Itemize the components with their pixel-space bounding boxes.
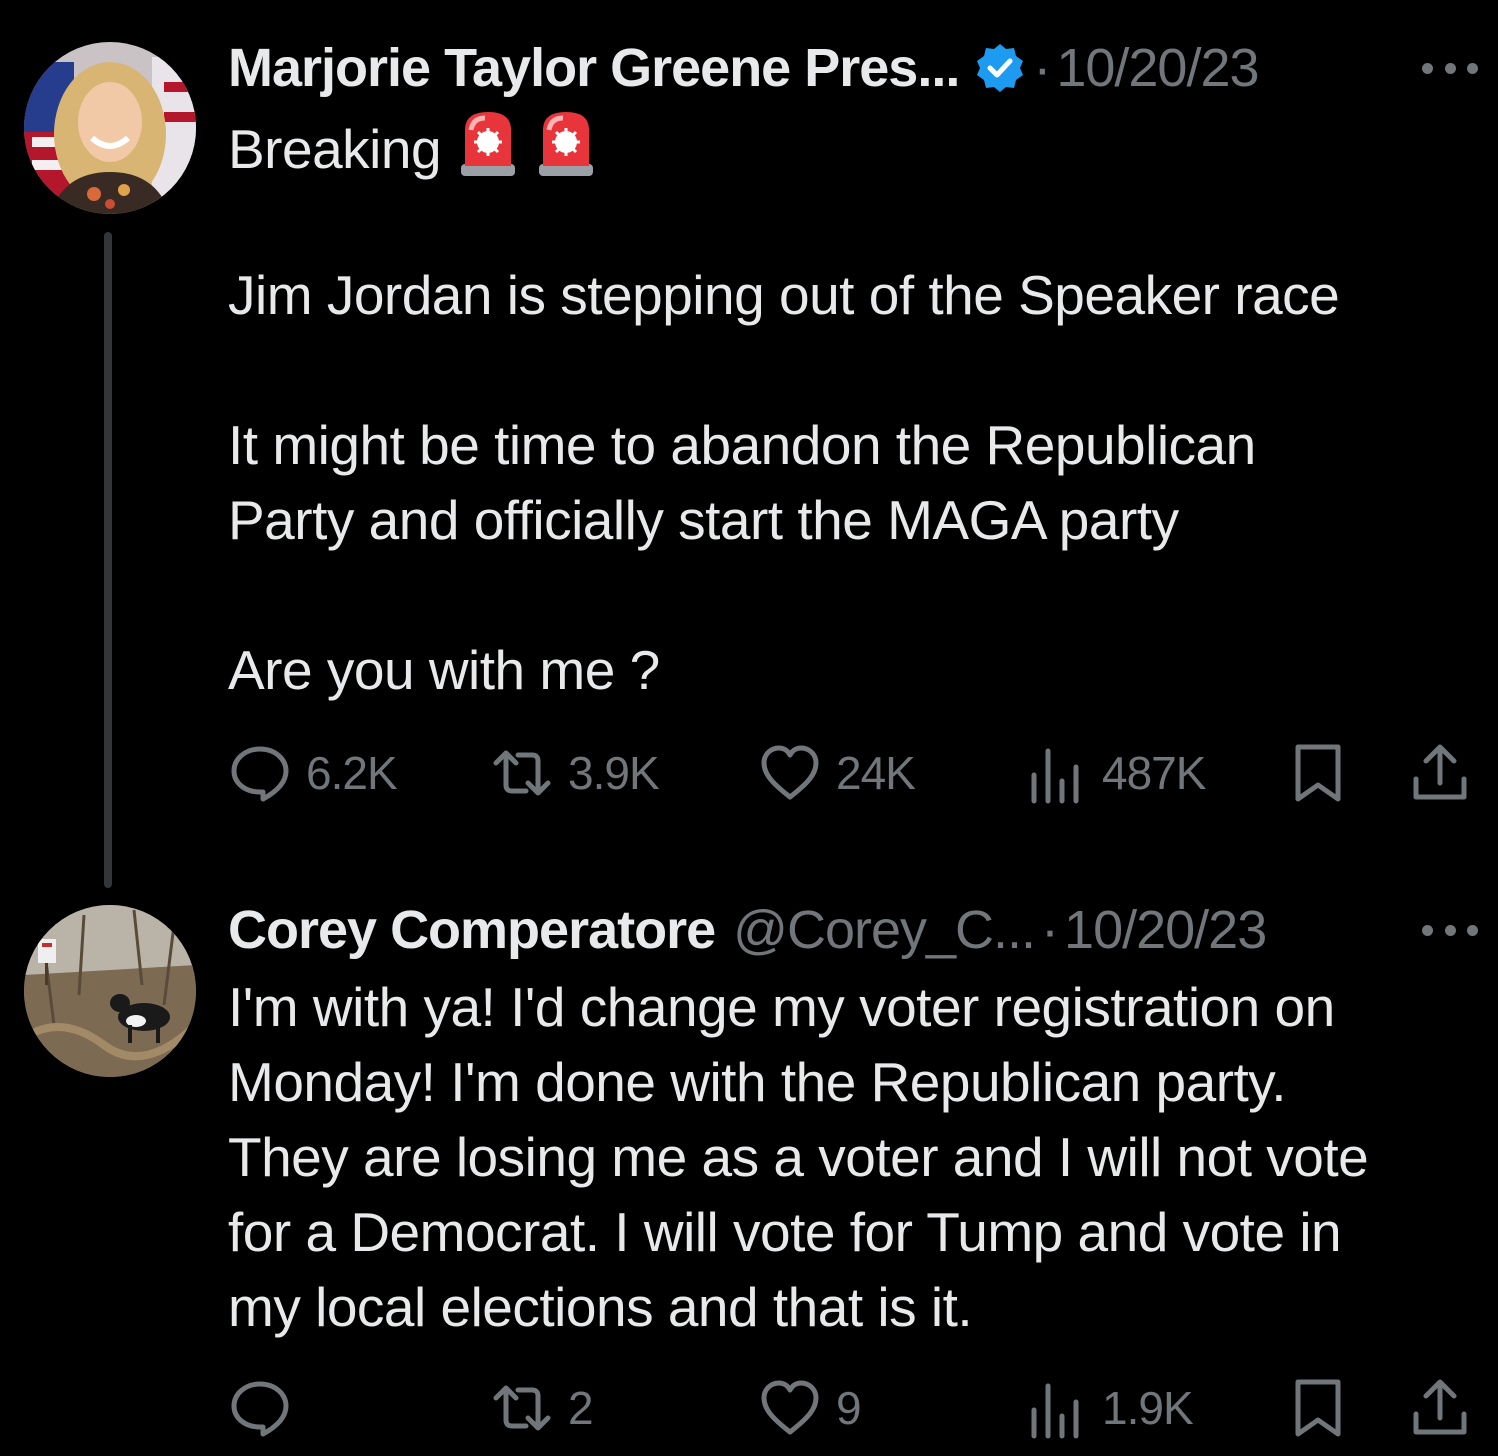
- text-line: for a Democrat. I will vote for Tump and…: [228, 1201, 1342, 1263]
- more-dots-icon[interactable]: [1422, 38, 1478, 98]
- user-handle[interactable]: @Corey_C...: [733, 900, 1036, 960]
- retweet-arrows-icon: [493, 1385, 551, 1431]
- heart-icon: [761, 1380, 819, 1435]
- speech-bubble-icon: [231, 1381, 289, 1437]
- separator-dot: ·: [1041, 900, 1059, 960]
- reply-count: 6.2K: [306, 747, 398, 799]
- retweet-button[interactable]: 2: [490, 1373, 594, 1443]
- views-count: 487K: [1102, 747, 1206, 799]
- display-name[interactable]: Marjorie Taylor Greene Pres...: [228, 38, 960, 98]
- text-line: Party and officially start the MAGA part…: [228, 489, 1179, 551]
- like-button[interactable]: 24K: [758, 738, 916, 808]
- bar-chart-icon: [1031, 748, 1079, 804]
- share-upload-icon: [1413, 744, 1467, 800]
- text-line: Jim Jordan is stepping out of the Speake…: [228, 264, 1340, 326]
- tweet-2-header: Corey Comperatore @Corey_C... · 10/20/23: [228, 900, 1478, 960]
- avatar-mtg-image: [24, 42, 196, 214]
- tweet-1-header: Marjorie Taylor Greene Pres... · 10/20/2…: [228, 38, 1478, 98]
- speech-bubble-icon: [231, 746, 289, 802]
- text-line: I'm with ya! I'd change my voter registr…: [228, 976, 1335, 1038]
- tweet-1-actions: 6.2K 3.9K 24K 487K: [228, 738, 1478, 808]
- share-button[interactable]: [1408, 738, 1472, 808]
- tweet-date[interactable]: 10/20/23: [1056, 38, 1259, 98]
- share-button[interactable]: [1408, 1373, 1472, 1443]
- views-button[interactable]: 487K: [1024, 738, 1206, 808]
- tweet-2-actions: 2 9 1.9K: [228, 1373, 1478, 1443]
- verified-badge-icon: [973, 41, 1027, 95]
- text-line: Monday! I'm done with the Republican par…: [228, 1051, 1287, 1113]
- tweet-date[interactable]: 10/20/23: [1064, 900, 1267, 960]
- bookmark-button[interactable]: [1286, 738, 1350, 808]
- retweet-arrows-icon: [493, 750, 551, 796]
- bookmark-button[interactable]: [1286, 1373, 1350, 1443]
- text-line: They are losing me as a voter and I will…: [228, 1126, 1369, 1188]
- police-car-light-icon: [457, 108, 519, 180]
- display-name[interactable]: Corey Comperatore: [228, 900, 716, 960]
- text-line: my local elections and that is it.: [228, 1276, 973, 1338]
- tweet-1-text: Breaking Jim Jordan is stepping out of t…: [228, 108, 1478, 708]
- reply-button[interactable]: 6.2K: [228, 738, 398, 808]
- bar-chart-icon: [1031, 1383, 1079, 1439]
- thread-line: [104, 232, 112, 888]
- tweet-2-text: I'm with ya! I'd change my voter registr…: [228, 970, 1478, 1345]
- more-dots-icon[interactable]: [1422, 900, 1478, 960]
- separator-dot: ·: [1033, 38, 1051, 98]
- avatar-corey[interactable]: [24, 905, 196, 1077]
- text-line: It might be time to abandon the Republic…: [228, 414, 1256, 476]
- heart-icon: [761, 745, 819, 800]
- views-button[interactable]: 1.9K: [1024, 1373, 1194, 1443]
- bookmark-icon: [1295, 1379, 1341, 1437]
- reply-button[interactable]: [228, 1373, 306, 1443]
- share-upload-icon: [1413, 1379, 1467, 1435]
- like-button[interactable]: 9: [758, 1373, 862, 1443]
- bookmark-icon: [1295, 744, 1341, 802]
- like-count: 9: [836, 1382, 862, 1434]
- retweet-count: 3.9K: [568, 747, 660, 799]
- text-line: Are you with me ?: [228, 639, 660, 701]
- like-count: 24K: [836, 747, 916, 799]
- retweet-button[interactable]: 3.9K: [490, 738, 660, 808]
- police-car-light-icon: [535, 108, 597, 180]
- avatar-corey-image: [24, 905, 196, 1077]
- text-line: Breaking: [228, 108, 1478, 183]
- views-count: 1.9K: [1102, 1382, 1194, 1434]
- avatar-mtg[interactable]: [24, 42, 196, 214]
- retweet-count: 2: [568, 1382, 594, 1434]
